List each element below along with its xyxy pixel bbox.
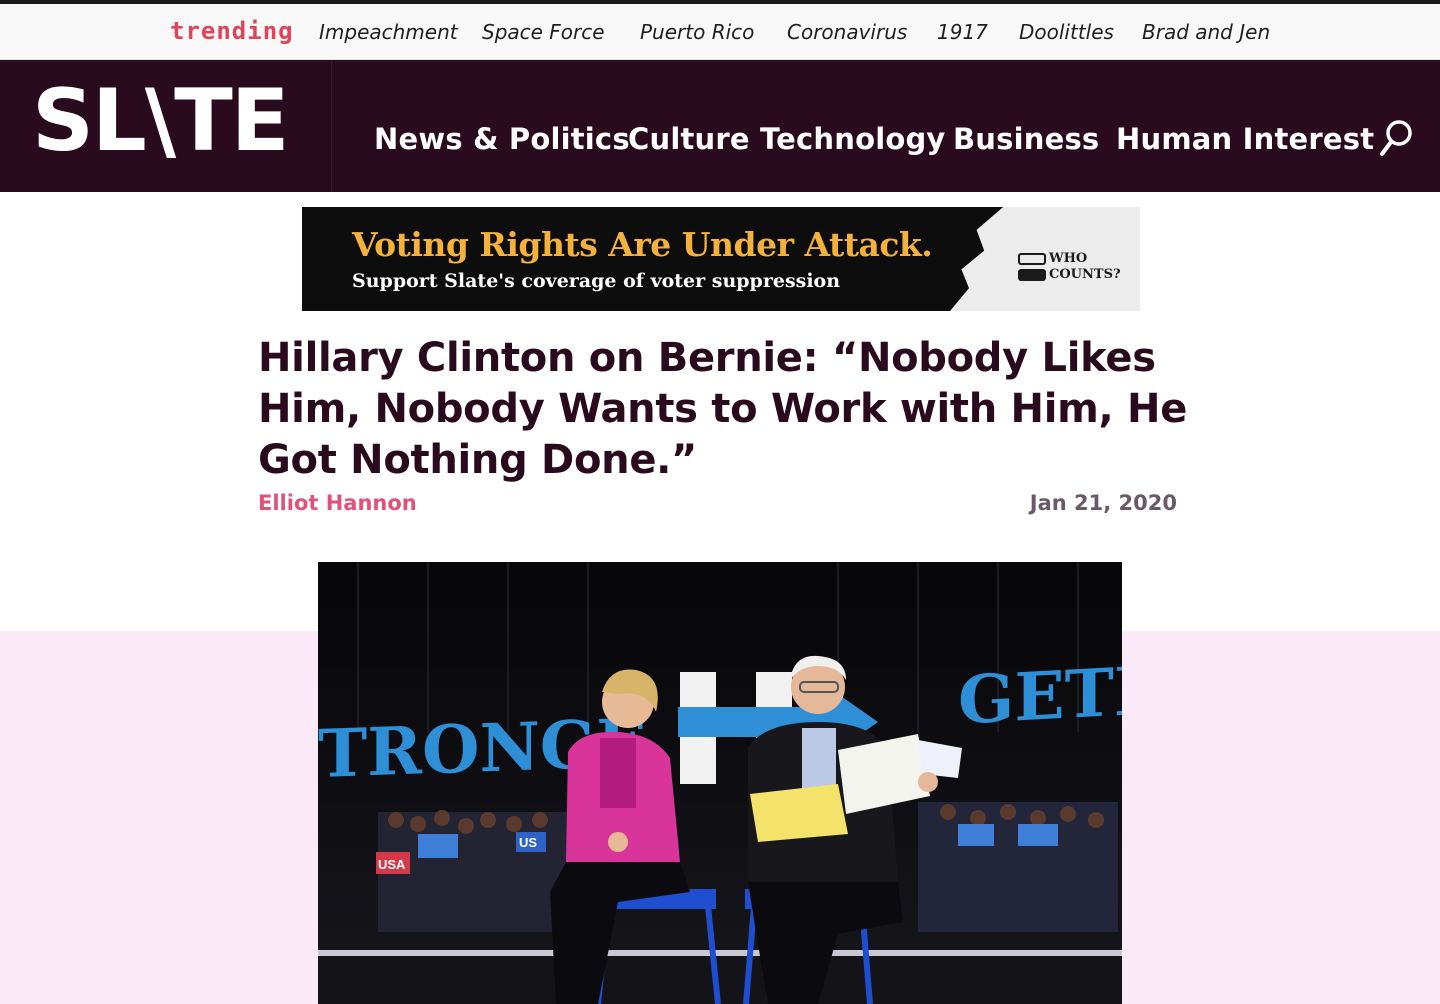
slate-logo[interactable]: SL\TE (32, 78, 290, 164)
article-lead-photo: TRONGE GETE USA US (318, 562, 1122, 1004)
ballot-box-filled-icon (1018, 269, 1046, 281)
trending-bar: trending Impeachment Space Force Puerto … (0, 4, 1440, 60)
voting-rights-ad-banner[interactable]: Voting Rights Are Under Attack. Support … (302, 207, 1140, 311)
nav-business[interactable]: Business (953, 122, 1099, 156)
search-icon[interactable] (1378, 118, 1414, 158)
trending-link-doolittles[interactable]: Doolittles (1019, 20, 1114, 44)
nav-news-politics[interactable]: News & Politics (374, 122, 630, 156)
banner-text-right: GETE (958, 651, 1122, 740)
trending-link-impeachment[interactable]: Impeachment (319, 20, 458, 44)
who-counts-badge: WHO COUNTS? (1018, 251, 1121, 283)
ballot-box-icon (1018, 253, 1046, 265)
trending-link-coronavirus[interactable]: Coronavirus (787, 20, 907, 44)
trending-label: trending (170, 17, 294, 45)
author-link[interactable]: Elliot Hannon (258, 491, 417, 515)
sign-usa: USA (378, 857, 406, 872)
publish-date: Jan 21, 2020 (1029, 491, 1177, 515)
trending-link-brad-and-jen[interactable]: Brad and Jen (1142, 20, 1270, 44)
ad-headline: Voting Rights Are Under Attack. (352, 225, 933, 264)
logo-container: SL\TE (0, 60, 332, 192)
trending-link-space-force[interactable]: Space Force (482, 20, 605, 44)
site-header: SL\TE News & Politics Culture Technology… (0, 60, 1440, 192)
ad-subline: Support Slate's coverage of voter suppre… (352, 270, 841, 292)
nav-technology[interactable]: Technology (760, 122, 946, 156)
ad-badge-line2: COUNTS? (1049, 267, 1121, 282)
trending-link-1917[interactable]: 1917 (937, 20, 988, 44)
ad-badge-line1: WHO (1049, 251, 1088, 266)
sign-us: US (519, 835, 537, 850)
trending-link-puerto-rico[interactable]: Puerto Rico (640, 20, 754, 44)
nav-culture[interactable]: Culture (628, 122, 750, 156)
article-title: Hillary Clinton on Bernie: “Nobody Likes… (258, 335, 1188, 483)
nav-human-interest[interactable]: Human Interest (1116, 122, 1374, 156)
